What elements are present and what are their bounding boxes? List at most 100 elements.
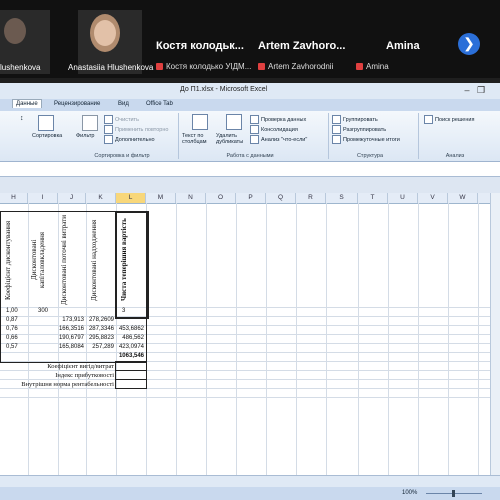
clear-filter-button: Очистить (104, 115, 139, 124)
video-call-bar: lushenkova Anastasiia Hlushenkova Костя … (0, 0, 500, 78)
minimize-icon[interactable]: – (462, 85, 472, 95)
consolidate-icon (250, 125, 259, 134)
table-cell[interactable]: 486,562 (116, 335, 144, 341)
solver-icon (424, 115, 433, 124)
column-header-r[interactable]: R (296, 193, 326, 203)
column-header-q[interactable]: Q (266, 193, 296, 203)
table-cell[interactable]: 165,8084 (58, 344, 84, 350)
column-header-n[interactable]: N (176, 193, 206, 203)
mic-muted-icon (356, 63, 363, 71)
ungroup-button[interactable]: Разгруппировать (332, 125, 386, 134)
sort-button[interactable]: Сортировка (32, 133, 62, 139)
npv-total-cell[interactable]: 1063,546 (116, 353, 144, 359)
participant-name: Artem Zavhoro... (258, 40, 346, 52)
column-header-i[interactable]: I (28, 193, 58, 203)
column-header-u[interactable]: U (388, 193, 418, 203)
title-bar: До П1.xlsx - Microsoft Excel – ❐ (0, 83, 500, 99)
tab-view[interactable]: Вид (118, 101, 129, 107)
tab-data[interactable]: Данные (12, 99, 42, 108)
validation-icon (250, 115, 259, 124)
table-cell[interactable]: 300 (38, 308, 48, 314)
table-cell[interactable]: 0,76 (6, 326, 18, 332)
formula-bar[interactable] (0, 162, 500, 177)
participant-subname: Artem Zavhorodnii (258, 62, 333, 71)
table-cell[interactable]: 295,8823 (86, 335, 114, 341)
table-cell[interactable]: 287,3346 (86, 326, 114, 332)
group-data-tools: Работа с данными (226, 153, 274, 159)
table-cell[interactable]: 278,2609 (86, 317, 114, 323)
zoom-level[interactable]: 100% (402, 490, 417, 496)
indicator-label: Коефіцієнт вигід/витрат (47, 363, 114, 370)
group-icon (332, 115, 341, 124)
group-sort-filter: Сортировка и фильтр (94, 153, 150, 159)
text-to-columns-icon (192, 114, 208, 130)
table-cell[interactable]: 190,6797 (58, 335, 84, 341)
header-npv: Чиста теперішня вартість (120, 218, 128, 302)
column-header-l[interactable]: L (116, 193, 146, 203)
excel-window: До П1.xlsx - Microsoft Excel – ❐ Данные … (0, 83, 500, 500)
ribbon: ↕ Сортировка Фильтр Очистить Применить п… (0, 111, 500, 162)
text-to-columns-button[interactable]: Текст по столбцам (182, 133, 216, 145)
table-cell[interactable]: 0,66 (6, 335, 18, 341)
restore-icon[interactable]: ❐ (476, 85, 486, 95)
consolidate-button[interactable]: Консолидация (250, 125, 298, 134)
ribbon-tabs: Данные Рецензирование Вид Office Tab (0, 99, 500, 111)
column-header-k[interactable]: K (86, 193, 116, 203)
mic-muted-icon (258, 63, 265, 71)
zoom-slider-handle[interactable] (452, 490, 455, 497)
tab-office-tab[interactable]: Office Tab (146, 101, 173, 107)
remove-duplicates-button[interactable]: Удалить дубликаты (216, 133, 250, 145)
next-participants-button[interactable]: ❯ (458, 33, 480, 55)
indicator-label: Індекс прибутковості (55, 372, 114, 379)
group-analysis: Анализ (445, 153, 465, 159)
advanced-icon (104, 135, 113, 144)
column-header-h[interactable]: H (0, 193, 28, 203)
clear-icon (104, 115, 113, 124)
table-cell[interactable]: 0,57 (6, 344, 18, 350)
participant-subname: Костя колодько УІДМ... (156, 62, 251, 71)
table-cell[interactable]: 453,6862 (116, 326, 144, 332)
indicator-value-cell[interactable] (115, 379, 147, 389)
mic-muted-icon (156, 63, 163, 71)
reapply-button: Применить повторно (104, 125, 168, 134)
table-cell[interactable]: 0,87 (6, 317, 18, 323)
column-header-s[interactable]: S (326, 193, 358, 203)
solver-button[interactable]: Поиск решения (424, 115, 474, 124)
column-header-p[interactable]: P (236, 193, 266, 203)
what-if-button[interactable]: Анализ "что-если" (250, 135, 307, 144)
participant-name: Костя колодьк... (156, 40, 244, 52)
table-cell[interactable]: 173,913 (58, 317, 84, 323)
table-cell[interactable]: 1,00 (6, 308, 18, 314)
participant-subname: Amina (356, 62, 389, 71)
participant-video (4, 18, 26, 44)
column-headers: H I J K L M N O P Q R S T U V W (0, 193, 490, 204)
column-header-j[interactable]: J (58, 193, 86, 203)
window-title: До П1.xlsx - Microsoft Excel (180, 86, 268, 93)
vertical-scrollbar[interactable] (490, 193, 500, 475)
data-validation-button[interactable]: Проверка данных (250, 115, 306, 124)
table-cell[interactable]: 3 (122, 308, 125, 314)
indicator-label: Внутрішня норма рентабельності (21, 381, 114, 388)
table-cell[interactable]: 166,3516 (58, 326, 84, 332)
participant-tile[interactable]: lushenkova (0, 10, 50, 74)
subtotal-button[interactable]: Промежуточные итоги (332, 135, 400, 144)
sort-icon (38, 115, 54, 131)
table-cell[interactable]: 423,0974 (116, 344, 144, 350)
table-cell[interactable]: 257,289 (86, 344, 114, 350)
participant-name: Anastasiia Hlushenkova (68, 63, 154, 72)
column-header-w[interactable]: W (448, 193, 478, 203)
advanced-filter-button[interactable]: Дополнительно (104, 135, 155, 144)
what-if-icon (250, 135, 259, 144)
participant-tile[interactable]: Anastasiia Hlushenkova (68, 10, 153, 74)
column-header-m[interactable]: M (146, 193, 176, 203)
spreadsheet-grid[interactable]: H I J K L M N O P Q R S T U V W Коефіціє… (0, 193, 490, 475)
group-button[interactable]: Группировать (332, 115, 378, 124)
column-header-o[interactable]: O (206, 193, 236, 203)
column-header-v[interactable]: V (418, 193, 448, 203)
header-discount-factor: Коефіцієнт дисконтування (4, 220, 12, 300)
ungroup-icon (332, 125, 341, 134)
tab-review[interactable]: Рецензирование (54, 101, 100, 107)
column-header-t[interactable]: T (358, 193, 388, 203)
sort-az-icon[interactable]: ↕ (20, 115, 24, 122)
filter-button[interactable]: Фильтр (76, 133, 94, 139)
